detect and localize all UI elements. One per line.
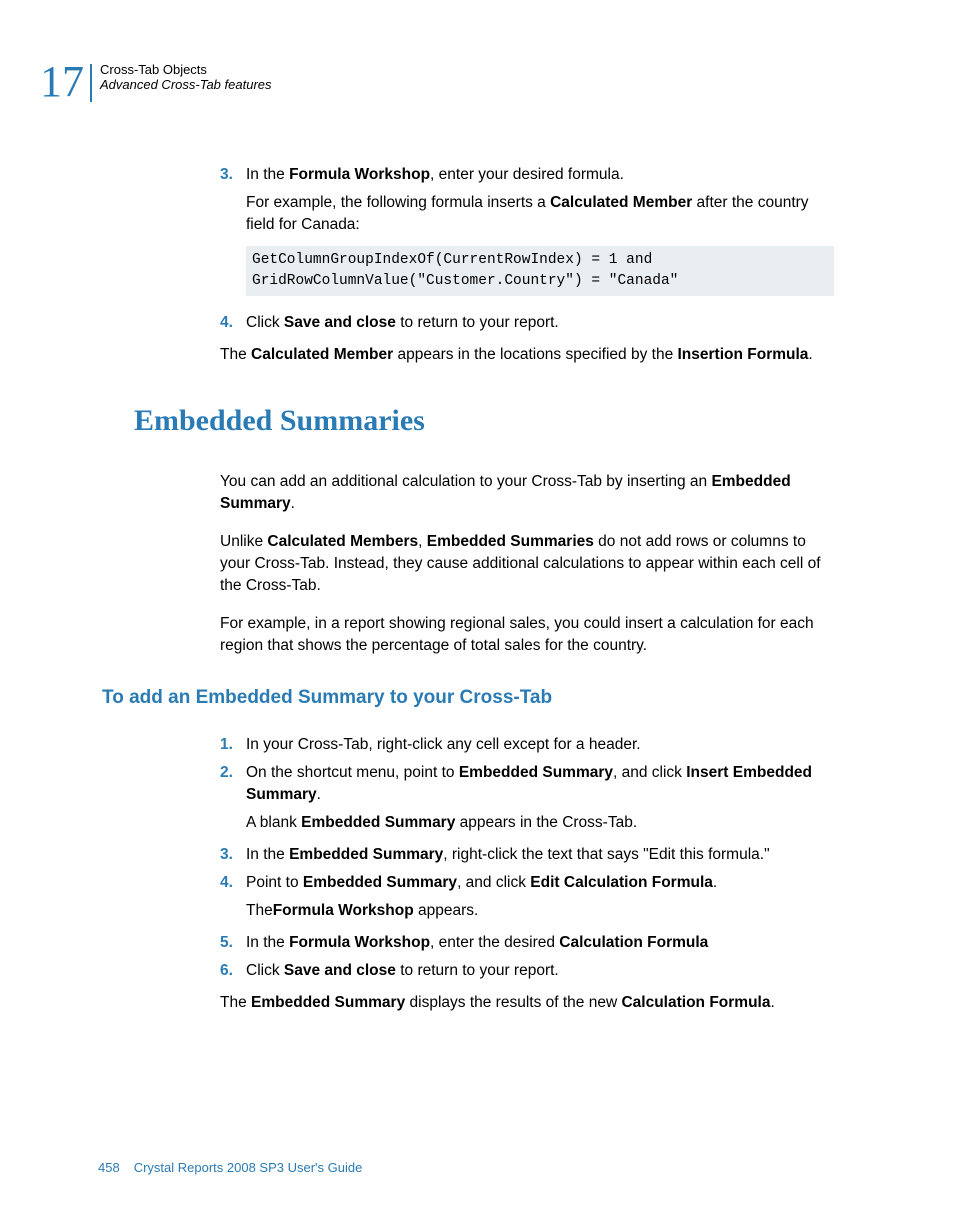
text: The — [220, 346, 251, 363]
text: Unlike — [220, 533, 267, 550]
step-4: 4. Click Save and close to return to you… — [220, 312, 834, 334]
bold-text: Embedded Summary — [251, 994, 405, 1011]
text: For example, the following formula inser… — [246, 194, 550, 211]
text: appears in the Cross-Tab. — [455, 814, 637, 831]
paragraph: The Embedded Summary displays the result… — [220, 992, 834, 1014]
text: appears. — [414, 902, 479, 919]
text: Click — [246, 962, 284, 979]
bold-text: Embedded Summary — [303, 874, 457, 891]
step-1: 1. In your Cross-Tab, right-click any ce… — [220, 734, 834, 756]
bold-text: Edit Calculation Formula — [530, 874, 713, 891]
step-text: On the shortcut menu, point to Embedded … — [246, 762, 834, 806]
bold-text: Save and close — [284, 314, 396, 331]
step-text: Click Save and close to return to your r… — [246, 960, 834, 982]
bold-text: Calculation Formula — [621, 994, 770, 1011]
step-number: 1. — [220, 734, 246, 756]
header-divider — [90, 64, 92, 102]
heading-embedded-summaries: Embedded Summaries — [134, 400, 834, 443]
step-3b: 3. In the Embedded Summary, right-click … — [220, 844, 834, 866]
bold-text: Formula Workshop — [289, 166, 430, 183]
text: , right-click the text that says "Edit t… — [443, 846, 769, 863]
bold-text: Embedded Summary — [301, 814, 455, 831]
step-3: 3. In the Formula Workshop, enter your d… — [220, 164, 834, 186]
step-6: 6. Click Save and close to return to you… — [220, 960, 834, 982]
text: The — [246, 902, 273, 919]
header-subtitle: Advanced Cross-Tab features — [100, 77, 272, 92]
text: , and click — [613, 764, 686, 781]
header-title: Cross-Tab Objects — [100, 62, 272, 77]
bold-text: Calculated Member — [550, 194, 692, 211]
text: . — [291, 495, 295, 512]
page-header: 17 Cross-Tab Objects Advanced Cross-Tab … — [40, 60, 834, 104]
text: displays the results of the new — [405, 994, 621, 1011]
page-footer: 458 Crystal Reports 2008 SP3 User's Guide — [98, 1160, 362, 1175]
text: to return to your report. — [396, 314, 559, 331]
bold-text: Formula Workshop — [289, 934, 430, 951]
step-text: In the Formula Workshop, enter the desir… — [246, 932, 834, 954]
text: Point to — [246, 874, 303, 891]
step-text: In the Formula Workshop, enter your desi… — [246, 164, 834, 186]
text: , enter your desired formula. — [430, 166, 624, 183]
step-number: 4. — [220, 312, 246, 334]
text: In the — [246, 934, 289, 951]
step-5: 5. In the Formula Workshop, enter the de… — [220, 932, 834, 954]
bold-text: Insertion Formula — [678, 346, 809, 363]
footer-title: Crystal Reports 2008 SP3 User's Guide — [134, 1160, 363, 1175]
bold-text: Embedded Summaries — [427, 533, 594, 550]
text: to return to your report. — [396, 962, 559, 979]
bold-text: Formula Workshop — [273, 902, 414, 919]
text: , — [418, 533, 427, 550]
step-number: 2. — [220, 762, 246, 806]
step-number: 3. — [220, 164, 246, 186]
step-number: 4. — [220, 872, 246, 894]
text: A blank — [246, 814, 301, 831]
bold-text: Save and close — [284, 962, 396, 979]
bold-text: Calculation Formula — [559, 934, 708, 951]
main-content: 3. In the Formula Workshop, enter your d… — [220, 164, 834, 1014]
step-2-sub: A blank Embedded Summary appears in the … — [246, 812, 834, 834]
text: On the shortcut menu, point to — [246, 764, 459, 781]
text: . — [808, 346, 812, 363]
chapter-number: 17 — [40, 60, 90, 104]
text: . — [770, 994, 774, 1011]
text: . — [317, 786, 321, 803]
text: appears in the locations specified by th… — [393, 346, 677, 363]
paragraph: You can add an additional calculation to… — [220, 471, 834, 515]
bold-text: Embedded Summary — [459, 764, 613, 781]
text: In the — [246, 846, 289, 863]
text: Click — [246, 314, 284, 331]
text: The — [220, 994, 251, 1011]
page-number: 458 — [98, 1160, 120, 1175]
text: , enter the desired — [430, 934, 559, 951]
step-number: 6. — [220, 960, 246, 982]
bold-text: Calculated Members — [267, 533, 418, 550]
header-text: Cross-Tab Objects Advanced Cross-Tab fea… — [100, 60, 272, 92]
paragraph: The Calculated Member appears in the loc… — [220, 344, 834, 366]
step-text: In your Cross-Tab, right-click any cell … — [246, 734, 834, 756]
text: You can add an additional calculation to… — [220, 473, 711, 490]
step-4-sub: TheFormula Workshop appears. — [246, 900, 834, 922]
step-2: 2. On the shortcut menu, point to Embedd… — [220, 762, 834, 806]
step-text: Point to Embedded Summary, and click Edi… — [246, 872, 834, 894]
step-4b: 4. Point to Embedded Summary, and click … — [220, 872, 834, 894]
text: In the — [246, 166, 289, 183]
step-text: Click Save and close to return to your r… — [246, 312, 834, 334]
paragraph: For example, in a report showing regiona… — [220, 613, 834, 657]
bold-text: Embedded Summary — [289, 846, 443, 863]
step-number: 5. — [220, 932, 246, 954]
code-block: GetColumnGroupIndexOf(CurrentRowIndex) =… — [246, 246, 834, 296]
bold-text: Calculated Member — [251, 346, 393, 363]
text: , and click — [457, 874, 530, 891]
step-text: In the Embedded Summary, right-click the… — [246, 844, 834, 866]
paragraph: Unlike Calculated Members, Embedded Summ… — [220, 531, 834, 597]
heading-to-add-embedded-summary: To add an Embedded Summary to your Cross… — [102, 685, 834, 712]
step-3-sub: For example, the following formula inser… — [246, 192, 834, 236]
text: . — [713, 874, 717, 891]
step-number: 3. — [220, 844, 246, 866]
